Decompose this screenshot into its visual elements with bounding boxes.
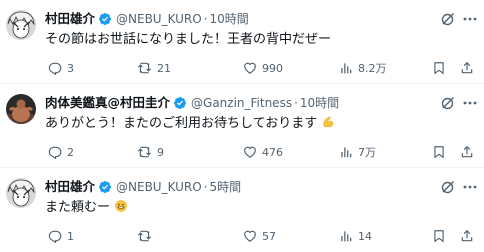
like-icon [244, 146, 256, 158]
flexed-biceps-emoji-icon [323, 116, 334, 127]
tweet-text-content: ありがとう！またのご利用お待ちしております [45, 116, 318, 131]
views-icon [341, 63, 352, 74]
handle[interactable]: @NEBU_KURO [116, 177, 202, 197]
like-icon [244, 230, 256, 242]
repost-button[interactable]: 21 [137, 58, 171, 78]
repost-icon [137, 146, 152, 158]
like-count: 476 [262, 145, 283, 159]
bookmark-button[interactable] [432, 142, 446, 162]
tweet[interactable]: 村田雄介 @NEBU_KURO · 10時間 その節はお世話になりました！王者の… [0, 0, 484, 84]
view-count: 7万 [358, 146, 376, 159]
timestamp[interactable]: 10時間 [300, 93, 339, 113]
grok-icon[interactable] [440, 179, 456, 195]
separator-dot: · [203, 12, 208, 26]
bookmark-button[interactable] [432, 58, 446, 78]
avatar[interactable] [6, 94, 36, 124]
views-icon [341, 231, 352, 242]
reply-icon [48, 146, 62, 159]
grok-icon[interactable] [440, 11, 456, 27]
tweet-header: 肉体美鑑真@村田圭介 @Ganzin_Fitness · 10時間 [45, 93, 339, 113]
like-count: 57 [262, 229, 276, 243]
repost-icon [137, 230, 152, 242]
reply-icon [48, 230, 62, 243]
like-button[interactable]: 476 [243, 142, 283, 162]
reply-button[interactable]: 1 [48, 226, 74, 246]
tweet-text-content: また頼むー [45, 200, 111, 215]
reply-icon [48, 62, 62, 75]
tweet[interactable]: 肉体美鑑真@村田圭介 @Ganzin_Fitness · 10時間 ありがとう！… [0, 84, 484, 168]
display-name[interactable]: 村田雄介 [45, 9, 95, 29]
more-icon[interactable] [462, 95, 478, 111]
like-icon [244, 62, 256, 74]
share-icon [461, 229, 473, 242]
tweet-text: ありがとう！またのご利用お待ちしております [45, 115, 335, 133]
reply-button[interactable]: 2 [48, 142, 74, 162]
timestamp[interactable]: 5時間 [210, 177, 242, 197]
views-icon [341, 147, 352, 158]
action-bar: 1 57 14 [0, 226, 484, 246]
separator-dot: · [294, 96, 298, 110]
tweet-header: 村田雄介 @NEBU_KURO · 10時間 [45, 9, 249, 29]
separator-dot: · [203, 180, 208, 194]
handle[interactable]: @Ganzin_Fitness [191, 93, 292, 113]
share-button[interactable] [460, 226, 474, 246]
bookmark-icon [434, 62, 444, 75]
share-icon [461, 61, 473, 74]
repost-button[interactable]: 9 [137, 142, 164, 162]
grok-icon[interactable] [440, 95, 456, 111]
reply-button[interactable]: 3 [48, 58, 74, 78]
tweet[interactable]: 村田雄介 @NEBU_KURO · 5時間 また頼むー 1 57 14 [0, 168, 484, 252]
like-button[interactable]: 57 [243, 226, 276, 246]
display-name[interactable]: 村田雄介 [45, 177, 95, 197]
verified-badge-icon [98, 180, 112, 194]
grinning-face-emoji-icon [115, 200, 127, 212]
repost-count: 21 [157, 61, 171, 75]
bookmark-icon [434, 146, 444, 159]
verified-badge-icon [98, 12, 112, 26]
more-icon[interactable] [462, 11, 478, 27]
timestamp[interactable]: 10時間 [210, 9, 249, 29]
like-button[interactable]: 990 [243, 58, 283, 78]
action-bar: 3 21 990 8.2万 [0, 58, 484, 78]
tweet-text: また頼むー [45, 199, 128, 217]
repost-icon [137, 62, 152, 74]
tweet-text-content: その節はお世話になりました！王者の背中だぜー [45, 32, 332, 47]
verified-badge-icon [173, 96, 187, 110]
views-button[interactable]: 7万 [339, 142, 376, 162]
share-button[interactable] [460, 142, 474, 162]
more-icon[interactable] [462, 179, 478, 195]
views-button[interactable]: 8.2万 [339, 58, 387, 78]
repost-count: 9 [157, 145, 164, 159]
reply-count: 3 [67, 61, 74, 75]
like-count: 990 [262, 61, 283, 75]
share-button[interactable] [460, 58, 474, 78]
views-button[interactable]: 14 [339, 226, 372, 246]
bookmark-icon [434, 230, 444, 243]
bookmark-button[interactable] [432, 226, 446, 246]
reply-count: 2 [67, 145, 74, 159]
reply-count: 1 [67, 229, 74, 243]
handle[interactable]: @NEBU_KURO [116, 9, 202, 29]
repost-button[interactable] [137, 226, 157, 246]
tweet-text: その節はお世話になりました！王者の背中だぜー [45, 31, 331, 49]
display-name[interactable]: 肉体美鑑真@村田圭介 [45, 93, 170, 113]
tweet-header: 村田雄介 @NEBU_KURO · 5時間 [45, 177, 241, 197]
avatar[interactable] [6, 178, 36, 208]
share-icon [461, 145, 473, 158]
action-bar: 2 9 476 7万 [0, 142, 484, 162]
view-count: 8.2万 [358, 62, 387, 75]
view-count: 14 [358, 229, 372, 243]
avatar[interactable] [6, 10, 36, 40]
